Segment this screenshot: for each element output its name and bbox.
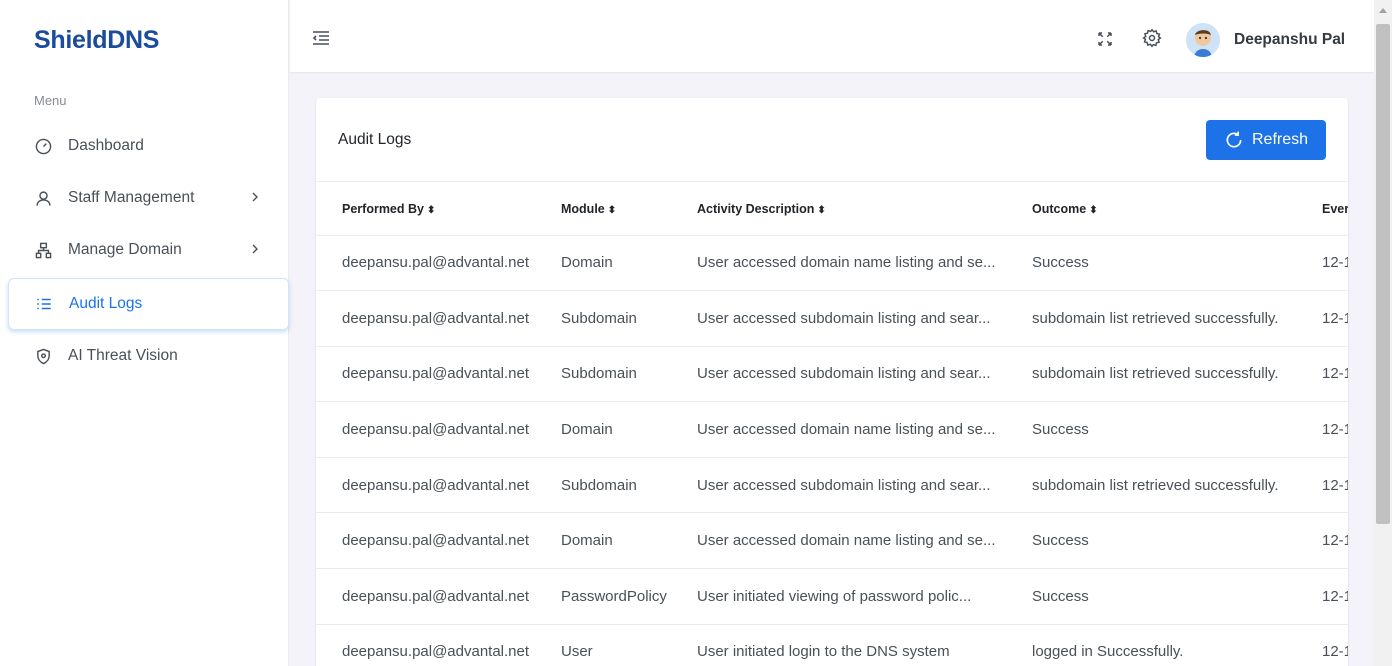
page-title: Audit Logs: [338, 131, 412, 148]
cell-event: 12-1: [1322, 457, 1348, 514]
cell-activity-description: User initiated viewing of password polic…: [697, 568, 1032, 625]
cell-activity-description: User accessed domain name listing and se…: [697, 512, 1032, 570]
cell-performed-by: deepansu.pal@advantal.net: [316, 568, 561, 625]
cell-activity-description: User accessed domain name listing and se…: [697, 401, 1032, 458]
table-row[interactable]: deepansu.pal@advantal.net Domain User ac…: [316, 512, 1348, 570]
menu-section-title: Menu: [34, 93, 67, 108]
user-icon: [34, 189, 52, 207]
scroll-up-arrow-icon[interactable]: [1379, 8, 1387, 13]
cell-module: User: [561, 624, 697, 666]
page-scrollbar[interactable]: [1374, 0, 1392, 666]
card-header: Audit Logs Refresh: [316, 98, 1348, 182]
audit-logs-card: Audit Logs Refresh Performed By ⬍ Module ⬍…: [316, 98, 1348, 666]
cell-event: 12-1: [1322, 235, 1348, 292]
table-row[interactable]: deepansu.pal@advantal.net Domain User ac…: [316, 401, 1348, 458]
sitemap-icon: [34, 241, 52, 259]
column-header-activity-description[interactable]: Activity Description ⬍: [697, 183, 1032, 236]
cell-activity-description: User accessed subdomain listing and sear…: [697, 457, 1032, 514]
cell-module: Subdomain: [561, 290, 697, 347]
gear-icon[interactable]: [1142, 28, 1162, 48]
audit-logs-table: Performed By ⬍ Module ⬍ Activity Descripti…: [316, 183, 1348, 666]
sidebar-item-label: AI Threat Vision: [68, 347, 178, 364]
table-row[interactable]: deepansu.pal@advantal.net Subdomain User…: [316, 346, 1348, 403]
cell-performed-by: deepansu.pal@advantal.net: [316, 624, 561, 666]
sidebar-item-manage-domain[interactable]: Manage Domain: [0, 224, 289, 276]
cell-event: 12-1: [1322, 512, 1348, 570]
list-icon: [35, 295, 53, 313]
table-header-row: Performed By ⬍ Module ⬍ Activity Descripti…: [316, 183, 1348, 236]
cell-outcome: Success: [1032, 235, 1322, 292]
cell-module: Domain: [561, 512, 697, 570]
cell-event: 12-1: [1322, 346, 1348, 403]
cell-performed-by: deepansu.pal@advantal.net: [316, 512, 561, 570]
cell-module: Domain: [561, 401, 697, 458]
sidebar-item-staff-management[interactable]: Staff Management: [0, 172, 289, 224]
cell-outcome: Success: [1032, 401, 1322, 458]
sidebar: ShieldDNS Menu Dashboard Staff Managemen…: [0, 0, 289, 666]
cell-performed-by: deepansu.pal@advantal.net: [316, 346, 561, 403]
cell-outcome: logged in Successfully.: [1032, 624, 1322, 666]
cell-event: 12-1: [1322, 624, 1348, 666]
cell-outcome: subdomain list retrieved successfully.: [1032, 457, 1322, 514]
column-header-event[interactable]: Ever: [1322, 183, 1348, 236]
sidebar-item-label: Dashboard: [68, 137, 144, 154]
user-name[interactable]: Deepanshu Pal: [1234, 31, 1345, 49]
cell-outcome: subdomain list retrieved successfully.: [1032, 290, 1322, 347]
table-row[interactable]: deepansu.pal@advantal.net Domain User ac…: [316, 235, 1348, 292]
cell-outcome: Success: [1032, 568, 1322, 625]
column-header-outcome[interactable]: Outcome ⬍: [1032, 183, 1322, 236]
cell-performed-by: deepansu.pal@advantal.net: [316, 457, 561, 514]
column-header-module[interactable]: Module ⬍: [561, 183, 697, 236]
refresh-icon: [1226, 131, 1242, 148]
table-row[interactable]: deepansu.pal@advantal.net Subdomain User…: [316, 457, 1348, 514]
refresh-label: Refresh: [1251, 131, 1309, 148]
menu-fold-icon[interactable]: [312, 30, 330, 46]
column-header-performed-by[interactable]: Performed By ⬍: [316, 183, 561, 236]
gauge-icon: [34, 137, 52, 155]
cell-module: Subdomain: [561, 457, 697, 514]
cell-event: 12-1: [1322, 401, 1348, 458]
refresh-button[interactable]: Refresh: [1206, 120, 1326, 160]
sidebar-item-label: Staff Management: [68, 189, 195, 206]
cell-event: 12-1: [1322, 290, 1348, 347]
cell-outcome: Success: [1032, 512, 1322, 570]
app-logo[interactable]: ShieldDNS: [34, 26, 159, 55]
cell-performed-by: deepansu.pal@advantal.net: [316, 235, 561, 292]
sidebar-item-label: Manage Domain: [68, 241, 182, 258]
scroll-thumb[interactable]: [1376, 24, 1390, 524]
sidebar-item-audit-logs[interactable]: Audit Logs: [8, 278, 289, 330]
cell-module: Domain: [561, 235, 697, 292]
chevron-right-icon: [247, 189, 263, 205]
topbar: Deepanshu Pal: [290, 0, 1374, 72]
sidebar-item-ai-threat-vision[interactable]: AI Threat Vision: [0, 330, 289, 382]
table-row[interactable]: deepansu.pal@advantal.net User User init…: [316, 624, 1348, 666]
sort-icon: ⬍: [817, 204, 826, 216]
avatar[interactable]: [1186, 23, 1220, 57]
cell-performed-by: deepansu.pal@advantal.net: [316, 290, 561, 347]
table-row[interactable]: deepansu.pal@advantal.net PasswordPolicy…: [316, 568, 1348, 625]
sidebar-item-label: Audit Logs: [69, 295, 143, 312]
cell-activity-description: User accessed subdomain listing and sear…: [697, 290, 1032, 347]
cell-event: 12-1: [1322, 568, 1348, 625]
table-row[interactable]: deepansu.pal@advantal.net Subdomain User…: [316, 290, 1348, 347]
sort-icon: ⬍: [607, 204, 617, 216]
cell-outcome: subdomain list retrieved successfully.: [1032, 346, 1322, 403]
chevron-right-icon: [247, 241, 263, 257]
fullscreen-icon[interactable]: [1096, 30, 1114, 48]
cell-activity-description: User accessed domain name listing and se…: [697, 235, 1032, 292]
cell-activity-description: User accessed subdomain listing and sear…: [697, 346, 1032, 403]
sort-icon: ⬍: [1089, 204, 1098, 216]
cell-performed-by: deepansu.pal@advantal.net: [316, 401, 561, 458]
sidebar-nav: Dashboard Staff Management Manage Domain: [0, 120, 289, 382]
cell-module: PasswordPolicy: [561, 568, 697, 625]
sort-icon: ⬍: [426, 204, 436, 216]
cell-activity-description: User initiated login to the DNS system: [697, 624, 1032, 666]
cell-module: Subdomain: [561, 346, 697, 403]
sidebar-item-dashboard[interactable]: Dashboard: [0, 120, 289, 172]
shield-icon: [34, 347, 52, 365]
